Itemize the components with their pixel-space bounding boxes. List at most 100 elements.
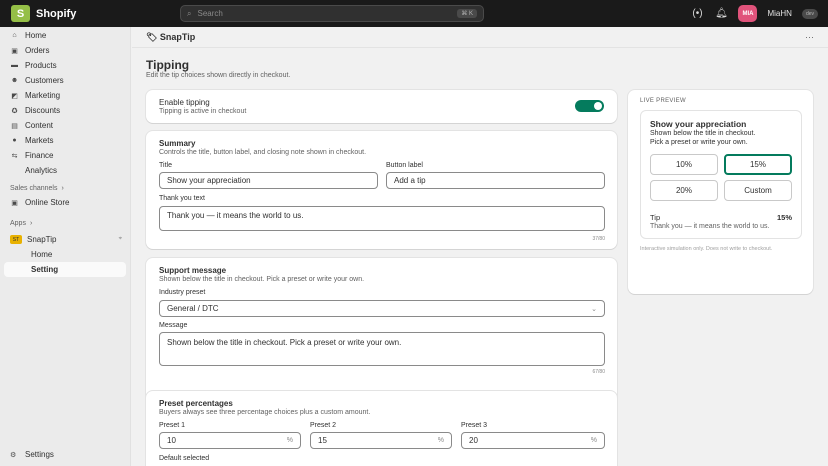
preset-2-value: 15 bbox=[318, 436, 327, 445]
home-icon: ⌂ bbox=[12, 32, 17, 39]
sidebar-subitem-home[interactable]: Home bbox=[0, 247, 130, 262]
sidebar-item-label: Home bbox=[25, 31, 47, 40]
sidebar-item-label: Home bbox=[31, 250, 53, 259]
industry-preset-select[interactable]: General / DTC ⌄ bbox=[159, 300, 605, 317]
message-textarea[interactable]: Shown below the title in checkout. Pick … bbox=[159, 332, 605, 366]
brand-name: Shopify bbox=[36, 7, 77, 20]
sidebar-item-analytics[interactable]: Analytics bbox=[0, 163, 130, 178]
sidebar-item-online-store[interactable]: ▣ Online Store bbox=[0, 195, 130, 210]
sidebar-item-content[interactable]: ▤ Content bbox=[0, 118, 130, 133]
sidebar-item-discounts[interactable]: ✪ Discounts bbox=[0, 103, 130, 118]
gear-icon: ⚙ bbox=[10, 451, 17, 459]
enable-tipping-toggle[interactable] bbox=[575, 100, 604, 112]
sales-channels-label: Sales channels bbox=[10, 184, 58, 192]
preset-3-label: Preset 3 bbox=[461, 422, 488, 429]
store-icon: ▣ bbox=[11, 199, 18, 207]
shopify-logo[interactable]: S Shopify bbox=[11, 5, 76, 22]
percent-suffix: % bbox=[437, 437, 444, 444]
summary-card: Summary Controls the title, button label… bbox=[146, 131, 617, 249]
title-field[interactable]: Show your appreciation bbox=[159, 172, 378, 189]
apps-label: Apps bbox=[10, 219, 26, 227]
sidebar-item-label: Analytics bbox=[25, 166, 58, 175]
button-label-field[interactable]: Add a tip bbox=[386, 172, 605, 189]
thank-you-field-label: Thank you text bbox=[159, 195, 205, 202]
app-title-bar: 🏷 SnapTip ··· bbox=[132, 27, 828, 48]
presets-title: Preset percentages bbox=[159, 399, 233, 408]
bell-icon[interactable]: 🔔︎ bbox=[714, 8, 728, 19]
sidebar-item-marketing[interactable]: ◩ Marketing bbox=[0, 88, 130, 103]
products-icon: ▬ bbox=[11, 62, 18, 69]
sidebar-item-products[interactable]: ▬ Products bbox=[0, 58, 130, 73]
sidebar-item-snaptip[interactable]: ST SnapTip ⌖ bbox=[0, 232, 130, 247]
preset-3-field[interactable]: 20% bbox=[461, 432, 605, 449]
marketing-icon: ◩ bbox=[11, 92, 18, 100]
search-icon: ⌕ bbox=[187, 8, 192, 18]
tip-summary-value: 15% bbox=[776, 213, 792, 222]
percent-suffix: % bbox=[286, 437, 293, 444]
sidebar-item-label: Discounts bbox=[25, 106, 61, 115]
tip-option-custom[interactable]: Custom bbox=[724, 180, 792, 201]
enable-tipping-status: Tipping is active in checkout bbox=[159, 108, 247, 115]
live-preview-card: LIVE PREVIEW Show your appreciation Show… bbox=[628, 90, 813, 294]
avatar[interactable]: MIA bbox=[738, 5, 758, 22]
pin-icon[interactable]: ⌖ bbox=[119, 236, 122, 243]
sidebar-item-orders[interactable]: ▣ Orders bbox=[0, 43, 130, 58]
store-badge: dev bbox=[801, 8, 818, 19]
tip-option-15[interactable]: 15% bbox=[724, 154, 792, 175]
preset-1-field[interactable]: 10% bbox=[159, 432, 301, 449]
sidebar-item-finance[interactable]: ⇆ Finance bbox=[0, 148, 130, 163]
sidebar-item-label: Online Store bbox=[25, 198, 70, 207]
search-input[interactable]: ⌕ Search ⌘ K bbox=[180, 5, 484, 22]
main-content: 🏷 SnapTip ··· Tipping Edit the tip choic… bbox=[132, 27, 828, 466]
support-message-card: Support message Shown below the title in… bbox=[146, 258, 617, 409]
sidebar-item-label: Products bbox=[25, 61, 57, 70]
tip-summary-label: Tip bbox=[650, 213, 661, 222]
tip-option-20[interactable]: 20% bbox=[650, 180, 718, 201]
enable-tipping-card: Enable tipping Tipping is active in chec… bbox=[146, 90, 617, 123]
chevron-right-icon: › bbox=[61, 184, 64, 192]
button-label-field-label: Button label bbox=[386, 162, 423, 169]
message-field-label: Message bbox=[159, 322, 188, 329]
thank-you-textarea[interactable]: Thank you — it means the world to us. bbox=[159, 206, 605, 231]
sidebar-item-settings[interactable]: ⚙ Settings bbox=[0, 447, 130, 462]
preview-tip-widget: Show your appreciation Shown below the t… bbox=[640, 110, 802, 239]
sidebar-item-label: Marketing bbox=[25, 91, 61, 100]
preview-line-1: Shown below the title in checkout. bbox=[650, 130, 756, 137]
preset-2-field[interactable]: 15% bbox=[310, 432, 452, 449]
toggle-knob bbox=[594, 102, 602, 110]
apps-heading[interactable]: Apps › bbox=[0, 216, 130, 230]
preview-eye-icon[interactable]: (•) bbox=[690, 8, 704, 19]
industry-preset-label: Industry preset bbox=[159, 289, 206, 296]
sidebar-item-customers[interactable]: ☻ Customers bbox=[0, 73, 130, 88]
presets-subtitle: Buyers always see three percentage choic… bbox=[159, 409, 371, 416]
tip-option-10[interactable]: 10% bbox=[650, 154, 718, 175]
page-subtitle: Edit the tip choices shown directly in c… bbox=[146, 72, 291, 79]
live-preview-label: LIVE PREVIEW bbox=[640, 98, 686, 104]
customers-icon: ☻ bbox=[10, 77, 19, 84]
sidebar-item-home[interactable]: ⌂ Home bbox=[0, 28, 130, 43]
preview-note: Interactive simulation only. Does not wr… bbox=[640, 246, 773, 252]
industry-preset-value: General / DTC bbox=[167, 304, 219, 313]
preset-1-label: Preset 1 bbox=[159, 422, 186, 429]
markets-icon: ● bbox=[12, 137, 17, 144]
preview-thanks: Thank you — it means the world to us. bbox=[650, 223, 770, 230]
chevron-right-icon: › bbox=[29, 219, 33, 227]
sidebar-item-label: Finance bbox=[25, 151, 54, 160]
top-bar: S Shopify ⌕ Search ⌘ K (•) 🔔︎ MIA MiaHN … bbox=[0, 0, 828, 27]
sidebar-item-label: SnapTip bbox=[27, 235, 57, 244]
sidebar-item-label: Orders bbox=[25, 46, 50, 55]
thank-you-char-counter: 37/80 bbox=[592, 236, 605, 242]
enable-tipping-title: Enable tipping bbox=[159, 98, 210, 107]
percent-suffix: % bbox=[590, 437, 597, 444]
more-actions-icon[interactable]: ··· bbox=[805, 32, 814, 42]
sidebar-item-label: Settings bbox=[25, 450, 54, 459]
sidebar-item-markets[interactable]: ● Markets bbox=[0, 133, 130, 148]
orders-icon: ▣ bbox=[11, 47, 18, 55]
sidebar-item-label: Markets bbox=[25, 136, 54, 145]
store-name[interactable]: MiaHN bbox=[767, 9, 791, 18]
summary-title: Summary bbox=[159, 139, 196, 148]
page-title: Tipping bbox=[146, 58, 190, 72]
sidebar-subitem-setting[interactable]: Setting bbox=[4, 262, 126, 277]
sidebar: ⌂ Home ▣ Orders ▬ Products ☻ Customers ◩ Mark… bbox=[0, 27, 131, 466]
sales-channels-heading[interactable]: Sales channels › bbox=[0, 181, 130, 195]
